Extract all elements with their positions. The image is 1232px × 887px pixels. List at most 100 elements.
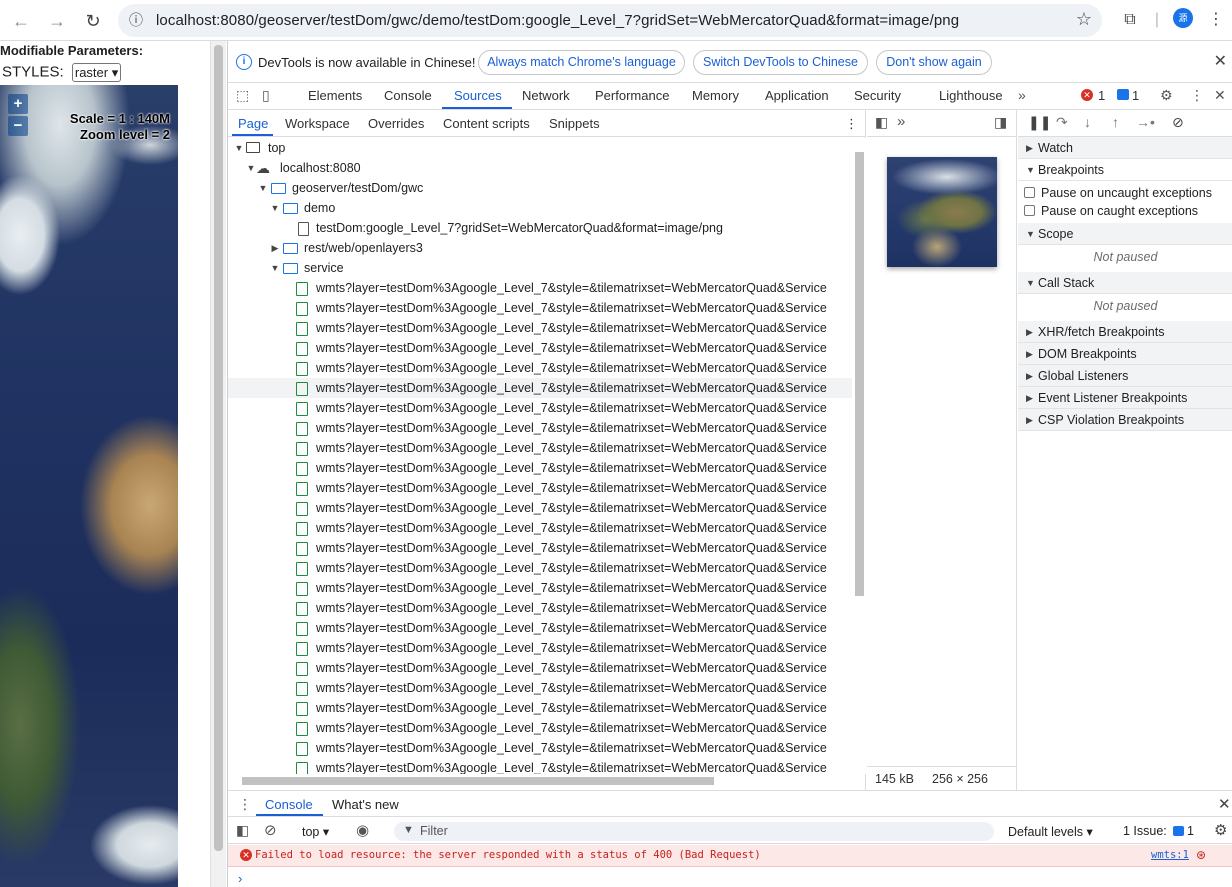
tab-whats-new[interactable]: What's new <box>332 797 399 812</box>
tab-content-scripts[interactable]: Content scripts <box>443 116 530 131</box>
step-into-icon[interactable]: ↓ <box>1084 114 1091 130</box>
tree-row-openlayers[interactable]: ▶ rest/web/openlayers3 <box>228 238 852 258</box>
site-info-icon[interactable]: ⓘ <box>128 12 144 28</box>
list-item[interactable]: wmts?layer=testDom%3Agoogle_Level_7&styl… <box>228 298 852 318</box>
tab-page[interactable]: Page <box>238 116 268 131</box>
tree-row-host[interactable]: ▼ ☁ localhost:8080 <box>228 158 852 178</box>
url-text[interactable]: localhost:8080/geoserver/testDom/gwc/dem… <box>156 12 959 29</box>
zoom-out-button[interactable]: − <box>8 116 28 136</box>
list-item[interactable]: wmts?layer=testDom%3Agoogle_Level_7&styl… <box>228 438 852 458</box>
expand-arrow-icon[interactable]: ▼ <box>270 258 280 278</box>
close-drawer-icon[interactable]: ✕ <box>1218 795 1231 813</box>
section-breakpoints[interactable]: ▼ Breakpoints <box>1018 159 1232 181</box>
tab-snippets[interactable]: Snippets <box>549 116 600 131</box>
styles-select[interactable]: raster ▾ <box>71 63 122 82</box>
tree-row-top[interactable]: ▼ top <box>228 138 852 158</box>
drawer-menu-icon[interactable]: ⋮ <box>238 796 252 813</box>
tree-row-service[interactable]: ▼ service <box>228 258 852 278</box>
list-item[interactable]: wmts?layer=testDom%3Agoogle_Level_7&styl… <box>228 478 852 498</box>
tab-console[interactable]: Console <box>384 88 432 103</box>
tree-horizontal-scrollbar[interactable] <box>228 774 852 788</box>
match-language-button[interactable]: Always match Chrome's language <box>478 50 685 75</box>
list-item[interactable]: wmts?layer=testDom%3Agoogle_Level_7&styl… <box>228 638 852 658</box>
tree-row-gwc[interactable]: ▼ geoserver/testDom/gwc <box>228 178 852 198</box>
tab-elements[interactable]: Elements <box>308 88 362 103</box>
page-scrollbar[interactable] <box>210 41 226 887</box>
log-levels-dropdown[interactable]: Default levels ▾ <box>1008 824 1093 839</box>
list-item[interactable]: wmts?layer=testDom%3Agoogle_Level_7&styl… <box>228 338 852 358</box>
list-item[interactable]: wmts?layer=testDom%3Agoogle_Level_7&styl… <box>228 678 852 698</box>
list-item[interactable]: wmts?layer=testDom%3Agoogle_Level_7&styl… <box>228 758 852 774</box>
more-tabs-icon[interactable]: » <box>1018 87 1026 103</box>
message-count-icon[interactable] <box>1117 89 1129 100</box>
step-out-icon[interactable]: ↑ <box>1112 114 1119 130</box>
extensions-icon[interactable]: ⧉ <box>1117 7 1143 33</box>
map-view[interactable]: + − Scale = 1 : 140M Zoom level = 2 <box>0 85 178 887</box>
section-watch[interactable]: ▶ Watch <box>1018 137 1232 159</box>
tree-row-demo-file[interactable]: testDom:google_Level_7?gridSet=WebMercat… <box>228 218 852 238</box>
pause-icon[interactable]: ❚❚ <box>1028 114 1051 131</box>
tree-scroll-thumb[interactable] <box>855 152 864 596</box>
live-expression-eye-icon[interactable]: ◉ <box>356 821 369 839</box>
list-item[interactable]: wmts?layer=testDom%3Agoogle_Level_7&styl… <box>228 698 852 718</box>
tab-security[interactable]: Security <box>854 88 901 103</box>
list-item[interactable]: wmts?layer=testDom%3Agoogle_Level_7&styl… <box>228 358 852 378</box>
list-item[interactable]: wmts?layer=testDom%3Agoogle_Level_7&styl… <box>228 378 852 398</box>
issues-icon[interactable] <box>1173 826 1184 836</box>
tab-lighthouse[interactable]: Lighthouse <box>939 88 1003 103</box>
tab-network[interactable]: Network <box>522 88 570 103</box>
tab-workspace[interactable]: Workspace <box>285 116 350 131</box>
page-scroll-thumb[interactable] <box>214 45 223 851</box>
list-item[interactable]: wmts?layer=testDom%3Agoogle_Level_7&styl… <box>228 558 852 578</box>
sidebar-toggle-icon[interactable]: ◧ <box>236 822 249 839</box>
section-call-stack[interactable]: ▼ Call Stack <box>1018 272 1232 294</box>
search-web-icon[interactable]: ⊛ <box>1196 848 1206 862</box>
expand-arrow-icon[interactable]: ▼ <box>234 138 244 158</box>
list-item[interactable]: wmts?layer=testDom%3Agoogle_Level_7&styl… <box>228 498 852 518</box>
tab-sources[interactable]: Sources <box>454 88 502 103</box>
list-item[interactable]: wmts?layer=testDom%3Agoogle_Level_7&styl… <box>228 518 852 538</box>
list-item[interactable]: wmts?layer=testDom%3Agoogle_Level_7&styl… <box>228 418 852 438</box>
section-event-listener-breakpoints[interactable]: ▶ Event Listener Breakpoints <box>1018 387 1232 409</box>
switch-language-button[interactable]: Switch DevTools to Chinese <box>693 50 868 75</box>
list-item[interactable]: wmts?layer=testDom%3Agoogle_Level_7&styl… <box>228 618 852 638</box>
step-icon[interactable]: →• <box>1136 114 1155 130</box>
chrome-menu-icon[interactable]: ⋮ <box>1203 7 1229 33</box>
issues-label[interactable]: 1 Issue: <box>1123 824 1167 838</box>
context-selector[interactable]: top ▾ <box>302 824 329 839</box>
clear-console-icon[interactable]: ⊘ <box>264 821 277 839</box>
step-over-icon[interactable]: ↷ <box>1056 114 1068 131</box>
console-prompt[interactable]: › <box>238 871 242 886</box>
error-source-link[interactable]: wmts:1 <box>1151 849 1189 861</box>
tree-vertical-scrollbar[interactable] <box>852 138 866 774</box>
section-xhr-breakpoints[interactable]: ▶ XHR/fetch Breakpoints <box>1018 321 1232 343</box>
issues-count[interactable]: 1 <box>1187 824 1194 838</box>
address-bar[interactable]: ⓘ localhost:8080/geoserver/testDom/gwc/d… <box>118 4 1102 37</box>
list-item[interactable]: wmts?layer=testDom%3Agoogle_Level_7&styl… <box>228 738 852 758</box>
list-item[interactable]: wmts?layer=testDom%3Agoogle_Level_7&styl… <box>228 598 852 618</box>
toggle-navigator-icon[interactable]: ◧ <box>875 114 888 131</box>
expand-arrow-icon[interactable]: ▼ <box>270 198 280 218</box>
checkbox[interactable] <box>1024 187 1035 198</box>
navigator-menu-icon[interactable]: ⋮ <box>845 116 858 132</box>
profile-avatar[interactable]: 源 <box>1173 8 1193 28</box>
section-csp-breakpoints[interactable]: ▶ CSP Violation Breakpoints <box>1018 409 1232 431</box>
devtools-menu-icon[interactable]: ⋮ <box>1190 87 1204 104</box>
inspect-element-icon[interactable]: ⬚ <box>236 87 249 104</box>
pause-caught-option[interactable]: Pause on caught exceptions <box>1024 204 1198 218</box>
deactivate-breakpoints-icon[interactable]: ⊘ <box>1172 114 1184 131</box>
tab-memory[interactable]: Memory <box>692 88 739 103</box>
toggle-debugger-icon[interactable]: ◨ <box>994 114 1007 131</box>
collapse-arrow-icon[interactable]: ▶ <box>270 238 280 258</box>
filter-input[interactable]: ▼ Filter <box>394 822 994 841</box>
message-count[interactable]: 1 <box>1132 88 1139 103</box>
expand-arrow-icon[interactable]: ▼ <box>258 178 268 198</box>
forward-icon[interactable]: → <box>44 8 70 34</box>
expand-arrow-icon[interactable]: ▼ <box>246 158 256 178</box>
close-devtools-icon[interactable]: ✕ <box>1214 87 1226 104</box>
list-item[interactable]: wmts?layer=testDom%3Agoogle_Level_7&styl… <box>228 398 852 418</box>
list-item[interactable]: wmts?layer=testDom%3Agoogle_Level_7&styl… <box>228 718 852 738</box>
tree-row-demo[interactable]: ▼ demo <box>228 198 852 218</box>
section-dom-breakpoints[interactable]: ▶ DOM Breakpoints <box>1018 343 1232 365</box>
reload-icon[interactable]: ↻ <box>80 8 106 34</box>
